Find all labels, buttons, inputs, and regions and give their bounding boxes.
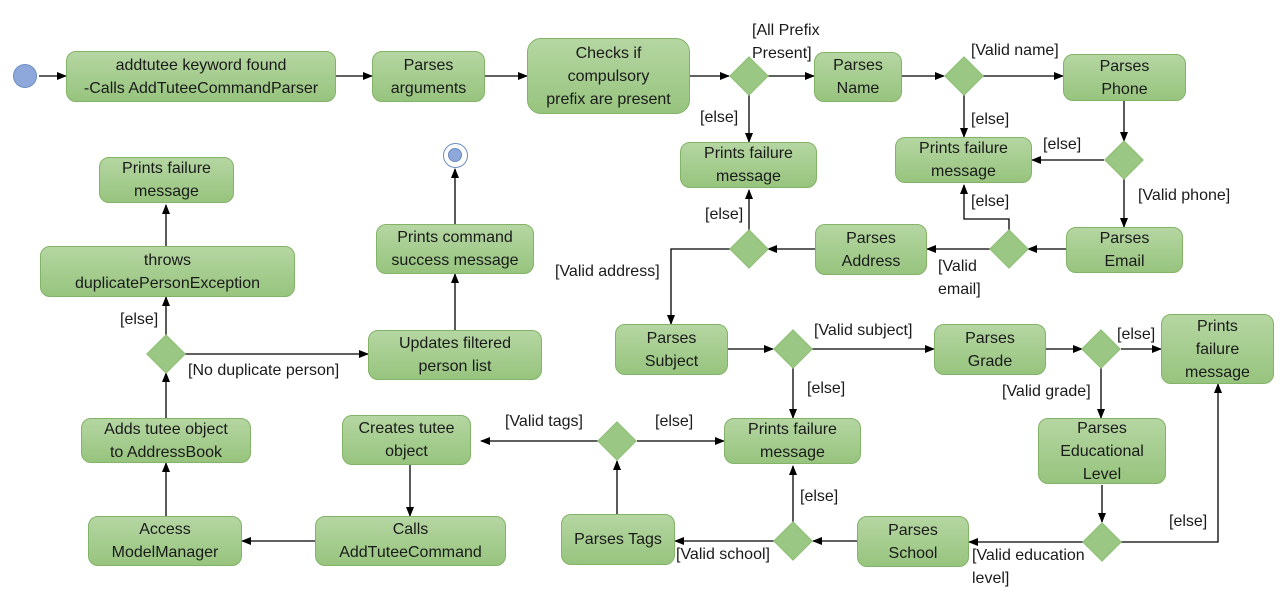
- final-node-inner: [448, 148, 462, 162]
- guard-else-grade: [else]: [1117, 326, 1156, 343]
- guard-valid-address: [Valid address]: [555, 263, 660, 280]
- action-parse-arguments: Parses arguments: [372, 51, 485, 102]
- action-parse-name: Parses Name: [814, 52, 902, 102]
- action-throw-duplicate-exception: throws duplicatePersonException: [40, 246, 295, 297]
- guard-else-name: [else]: [971, 111, 1010, 128]
- action-parse-grade: Parses Grade: [934, 324, 1046, 375]
- final-node: [443, 143, 468, 168]
- action-name-phone-email-failure: Prints failure message: [895, 137, 1032, 183]
- action-access-modelmanager: Access ModelManager: [88, 516, 242, 566]
- guard-else-address: [else]: [705, 206, 744, 223]
- guard-no-duplicate: [No duplicate person]: [188, 362, 340, 379]
- guard-else-tags: [else]: [655, 413, 694, 430]
- guard-else-phone: [else]: [1043, 136, 1082, 153]
- action-parse-educational-level: Parses Educational Level: [1038, 418, 1166, 484]
- guard-valid-tags: [Valid tags]: [505, 413, 583, 430]
- initial-node: [13, 64, 37, 88]
- action-parse-email: Parses Email: [1066, 227, 1183, 273]
- guard-else-education: [else]: [1169, 513, 1208, 530]
- action-check-prefix: Checks if compulsory prefix are present: [527, 38, 690, 114]
- action-update-filtered-list: Updates filtered person list: [368, 330, 542, 380]
- action-parse-school: Parses School: [857, 516, 969, 567]
- action-parse-tags: Parses Tags: [561, 514, 675, 565]
- guard-else-subject: [else]: [807, 380, 846, 397]
- action-prefix-failure: Prints failure message: [680, 142, 817, 188]
- guard-valid-subject: [Valid subject]: [814, 322, 913, 339]
- action-parse-address: Parses Address: [815, 224, 927, 275]
- guard-valid-grade: [Valid grade]: [1002, 383, 1091, 400]
- guard-valid-email: [Valid email]: [938, 258, 981, 298]
- action-duplicate-failure: Prints failure message: [99, 157, 234, 203]
- guard-valid-phone: [Valid phone]: [1138, 187, 1231, 204]
- guard-else-prefix: [else]: [700, 109, 739, 126]
- action-parse-subject: Parses Subject: [615, 324, 728, 375]
- action-print-success: Prints command success message: [376, 224, 534, 274]
- guard-else-email: [else]: [971, 193, 1010, 210]
- action-call-addtuteecommand: Calls AddTuteeCommand: [315, 516, 506, 566]
- guard-valid-school: [Valid school]: [676, 546, 770, 563]
- guard-else-duplicate: [else]: [120, 311, 159, 328]
- action-create-tutee: Creates tutee object: [342, 415, 471, 465]
- action-subject-school-tags-failure: Prints failure message: [724, 418, 861, 464]
- edge-d5-n10: [667, 248, 730, 325]
- guard-else-school: [else]: [800, 488, 839, 505]
- guard-valid-education: [Valid education level]: [972, 547, 1085, 587]
- action-parse-phone: Parses Phone: [1063, 54, 1186, 101]
- guard-all-prefix-present: [All Prefix Present]: [752, 22, 820, 62]
- action-add-to-addressbook: Adds tutee object to AddressBook: [81, 418, 251, 463]
- guard-valid-name: [Valid name]: [971, 42, 1059, 59]
- action-addtutee-keyword: addtutee keyword found -Calls AddTuteeCo…: [66, 51, 336, 102]
- action-grade-edu-failure: Prints failure message: [1161, 314, 1274, 384]
